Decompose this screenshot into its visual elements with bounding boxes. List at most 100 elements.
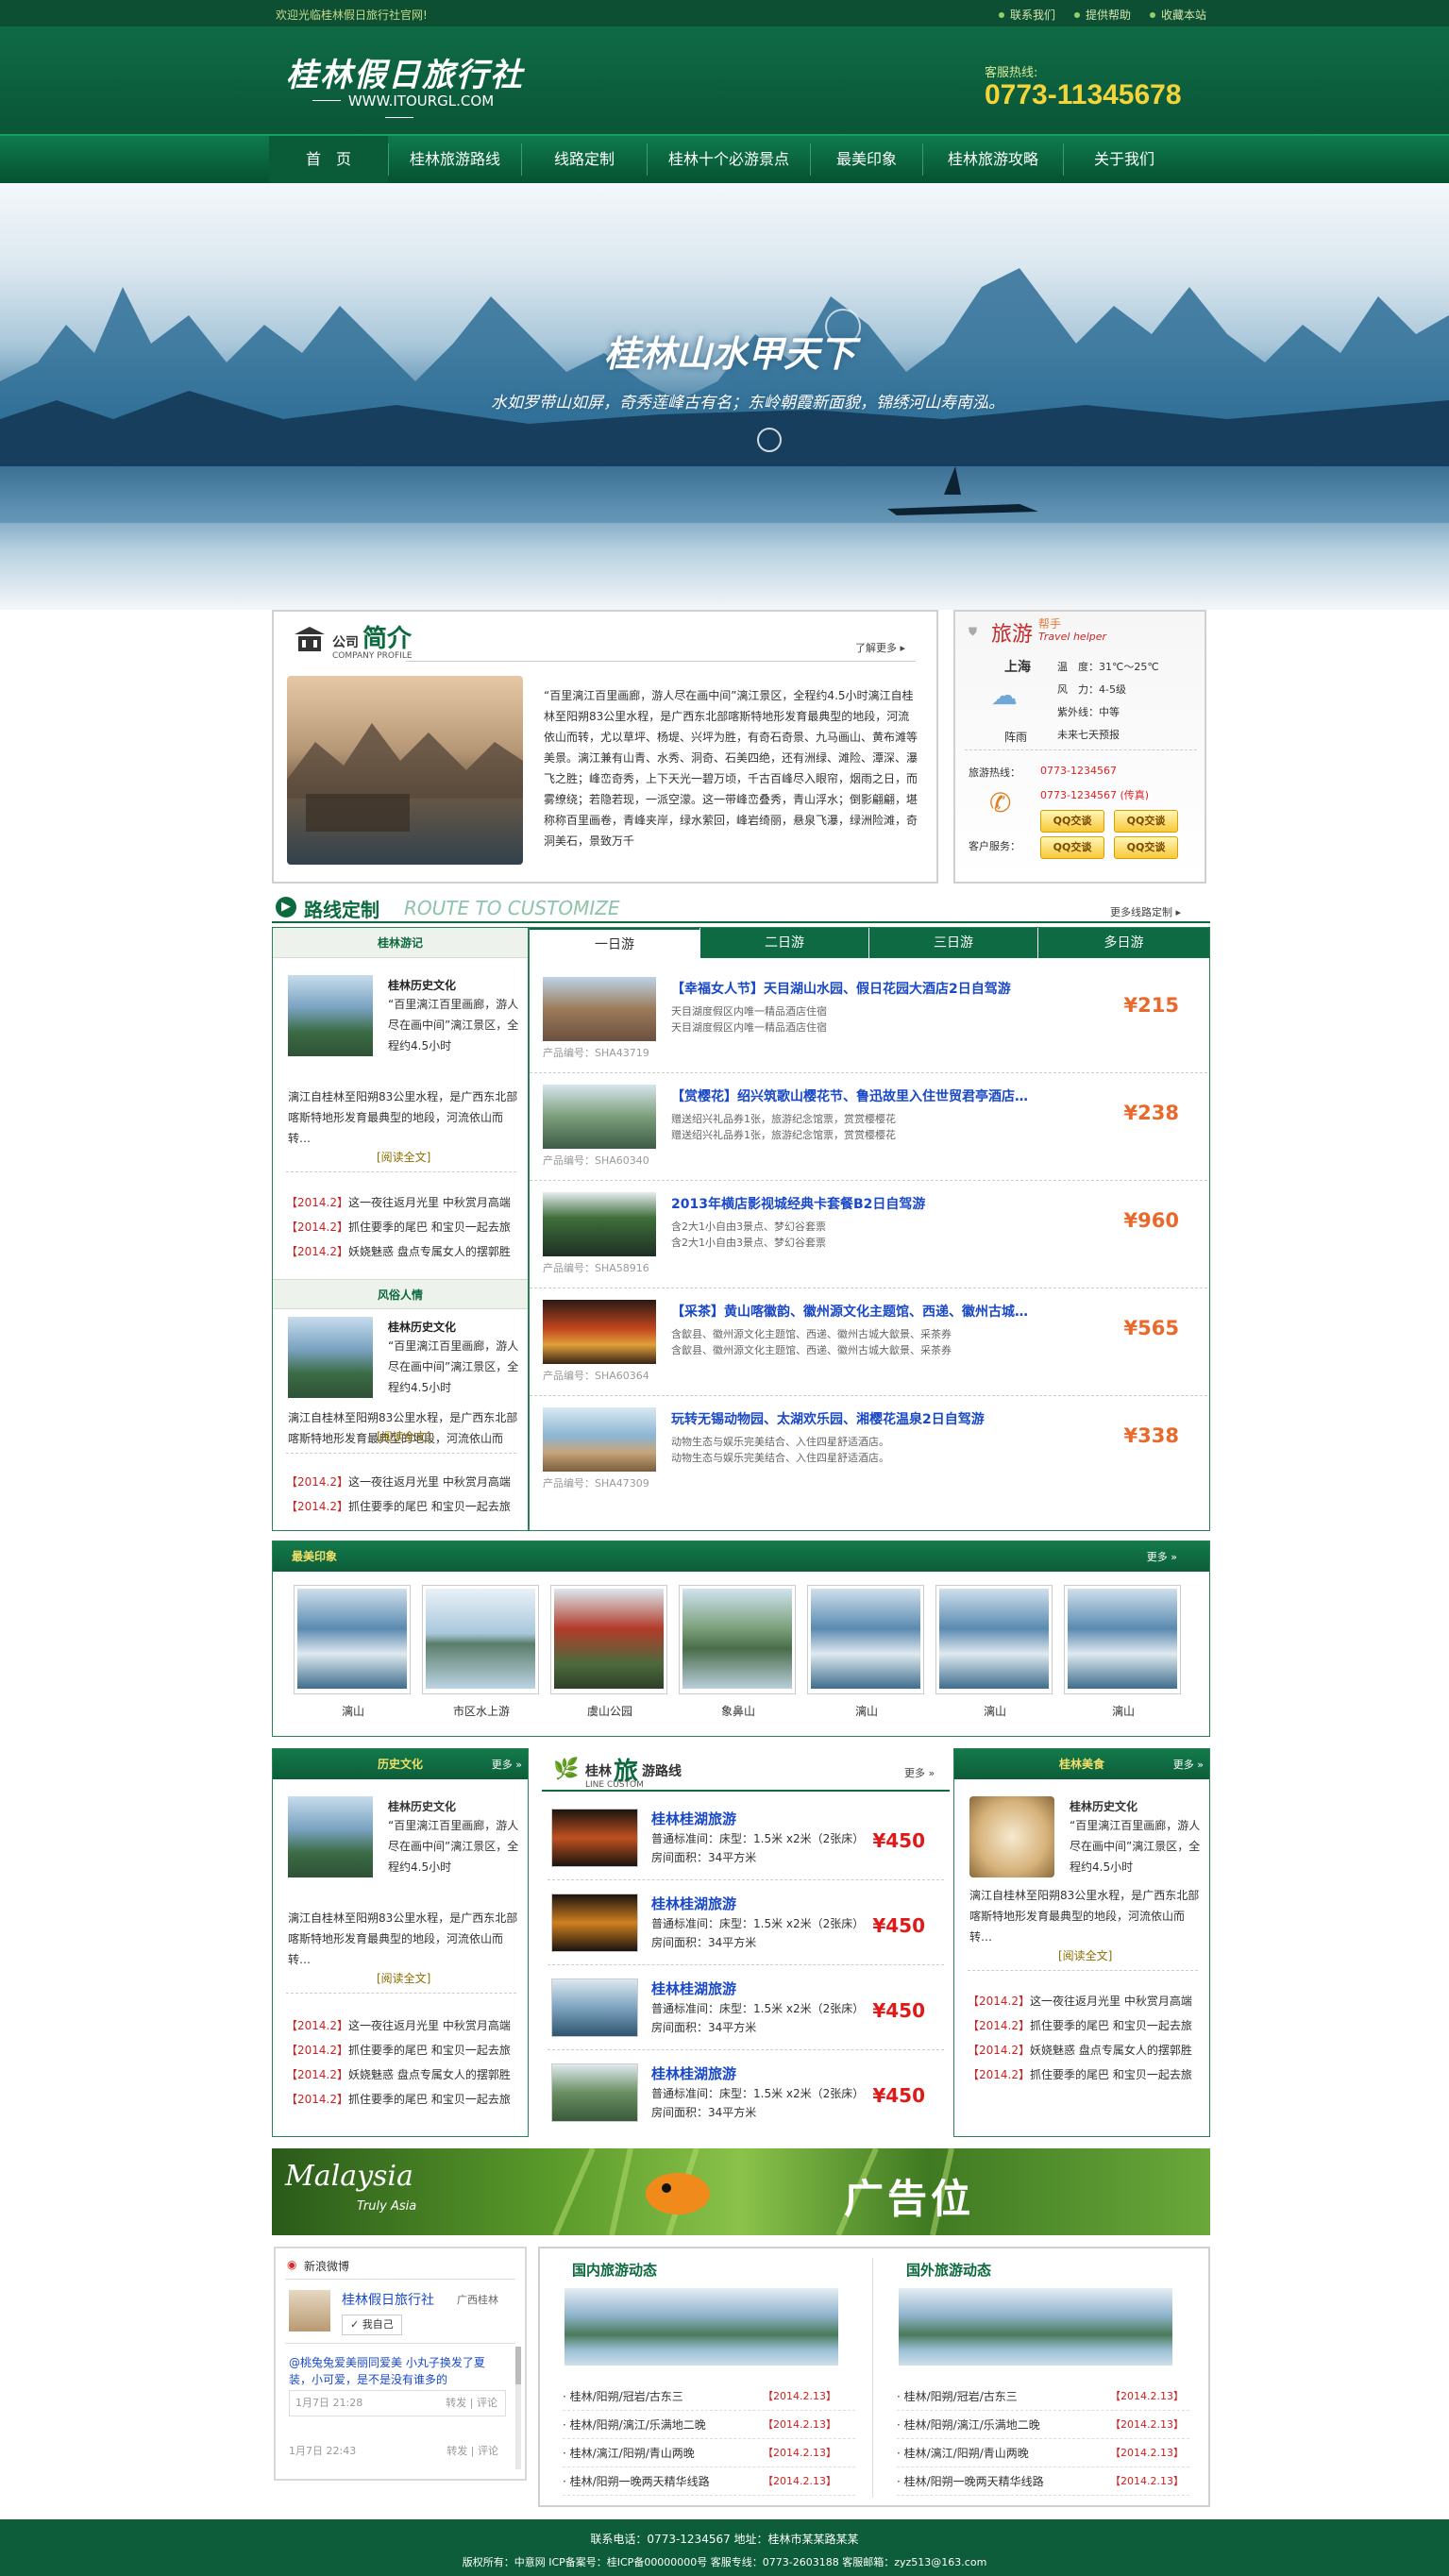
nav-spots[interactable]: 桂林十个必游景点: [648, 136, 810, 183]
news-item[interactable]: 【2014.2】妖娆魅惑 盘点专属女人的摆郭胜: [286, 2062, 520, 2087]
intl-news-title: 国外旅游动态: [906, 2262, 992, 2279]
news-item[interactable]: · 桂林/阳朔一晚两天精华线路 【2014.2.13】: [563, 2467, 855, 2496]
news-item[interactable]: 【2014.2】抓住要季的尾巴 和宝贝一起去旅: [286, 1494, 520, 1519]
read-more-2[interactable]: [阅读全文]: [377, 1428, 430, 1444]
news-item[interactable]: 【2014.2】这一夜往返月光里 中秋赏月高端: [286, 1470, 520, 1494]
weather-text: 阵雨: [1004, 731, 1028, 744]
route-item[interactable]: 【赏樱花】绍兴筑歌山樱花节、鲁迅故里入住世贸君亭酒店… 赠送绍兴礼品券1张，旅游…: [530, 1073, 1207, 1181]
tab-two-day[interactable]: 二日游: [700, 928, 868, 958]
food-article-title[interactable]: 桂林历史文化: [1070, 1798, 1137, 1814]
route-thumb: [543, 1407, 656, 1472]
weibo-icon: ◉: [287, 2258, 297, 2271]
news-item[interactable]: · 桂林/阳朔/冠岩/古东三 【2014.2.13】: [897, 2382, 1189, 2411]
ad-brand: Malaysia: [285, 2160, 413, 2193]
ad-banner[interactable]: Malaysia Truly Asia 广告位: [272, 2148, 1210, 2235]
footer-copyright: 版权所有：中意网 ICP备案号：桂ICP备00000000号 客服专线：0773…: [462, 2556, 987, 2568]
route-more-link[interactable]: 更多线路定制 ▸: [1110, 904, 1181, 919]
forecast-link[interactable]: 未来七天预报: [1057, 727, 1120, 742]
food-more-link[interactable]: 更多 »: [1173, 1757, 1204, 1772]
news-item[interactable]: 【2014.2】抓住要季的尾巴 和宝贝一起去旅: [286, 1215, 520, 1239]
news-item[interactable]: · 桂林/阳朔/漓江/乐满地二晚 【2014.2.13】: [897, 2411, 1189, 2439]
site-url: WWW.ITOURGL.COM: [286, 93, 513, 126]
route-item[interactable]: 【幸福女人节】天目湖山水园、假日花园大酒店2日自驾游 天目湖度假区内唯一精品酒店…: [530, 966, 1207, 1073]
news-item[interactable]: 【2014.2】抓住要季的尾巴 和宝贝一起去旅: [286, 2087, 520, 2112]
nav-about[interactable]: 关于我们: [1064, 136, 1185, 183]
bookmark-link[interactable]: 收藏本站: [1150, 7, 1206, 23]
news-section: 国内旅游动态 国外旅游动态 · 桂林/阳朔/冠岩/古东三 【2014.2.13】 …: [538, 2247, 1210, 2507]
article-title-2[interactable]: 桂林历史文化: [388, 1319, 456, 1335]
tab-one-day[interactable]: 一日游: [530, 928, 699, 958]
avatar[interactable]: [289, 2290, 330, 2332]
news-item[interactable]: 【2014.2】这一夜往返月光里 中秋赏月高端: [286, 1190, 520, 1215]
profile-photo: [287, 676, 523, 865]
route-panel: 一日游 二日游 三日游 多日游 【幸福女人节】天目湖山水园、假日花园大酒店2日自…: [529, 927, 1210, 1531]
nav-routes[interactable]: 桂林旅游路线: [389, 136, 521, 183]
history-more-link[interactable]: 更多 »: [492, 1757, 522, 1772]
tab-three-day[interactable]: 三日游: [869, 928, 1037, 958]
weibo-time-2: 1月7日 22:43 转发 | 评论: [289, 2445, 498, 2457]
qq-chat-3[interactable]: QQ交谈: [1040, 836, 1104, 859]
route-item[interactable]: 玩转无锡动物园、太湖欢乐园、湘樱花温泉2日自驾游 动物生态与娱乐完美结合、入住四…: [530, 1396, 1207, 1504]
photo-card[interactable]: 漓山: [294, 1585, 411, 1718]
follow-button[interactable]: ✓ 我自己: [342, 2315, 402, 2335]
line-item[interactable]: 桂林桂湖旅游 普通标准间：床型：1.5米 x2米（2张床） 房间面积：34平方米 ¥4…: [548, 1967, 944, 2050]
photo-card[interactable]: 漓山: [935, 1585, 1053, 1718]
photo-card[interactable]: 虞山公园: [550, 1585, 667, 1718]
news-item[interactable]: · 桂林/漓江/阳朔/青山两晚 【2014.2.13】: [563, 2439, 855, 2467]
news-item[interactable]: 【2014.2】妖娆魅惑 盘点专属女人的摆郭胜: [286, 1239, 520, 1264]
site-logo[interactable]: 桂林假日旅行社: [286, 49, 524, 95]
news-item[interactable]: 【2014.2】妖娆魅惑 盘点专属女人的摆郭胜: [968, 2038, 1202, 2062]
news-item[interactable]: · 桂林/漓江/阳朔/青山两晚 【2014.2.13】: [897, 2439, 1189, 2467]
helper-phone2: 0773-1234567 (传真): [1040, 789, 1150, 801]
nav-guide[interactable]: 桂林旅游攻略: [923, 136, 1063, 183]
read-more-1[interactable]: [阅读全文]: [377, 1149, 430, 1165]
helper-title: 旅游: [991, 623, 1034, 647]
route-title-en: ROUTE TO CUSTOMIZE: [404, 897, 620, 919]
photo-card[interactable]: 漓山: [1064, 1585, 1181, 1718]
photo-card[interactable]: 漓山: [807, 1585, 924, 1718]
food-read-more[interactable]: [阅读全文]: [1058, 1947, 1112, 1963]
nav-impression[interactable]: 最美印象: [811, 136, 922, 183]
qq-chat-1[interactable]: QQ交谈: [1040, 810, 1104, 833]
route-thumb: [543, 1192, 656, 1256]
nav-custom[interactable]: 线路定制: [522, 136, 647, 183]
qq-chat-4[interactable]: QQ交谈: [1114, 836, 1178, 859]
news-item[interactable]: 【2014.2】这一夜往返月光里 中秋赏月高端: [286, 2013, 520, 2038]
customs-header: 风俗人情: [273, 1279, 528, 1309]
line-item[interactable]: 桂林桂湖旅游 普通标准间：床型：1.5米 x2米（2张床） 房间面积：34平方米 ¥4…: [548, 2052, 944, 2135]
profile-more-link[interactable]: 了解更多 ▸: [855, 640, 905, 655]
qq-chat-2[interactable]: QQ交谈: [1114, 810, 1178, 833]
article-title-1[interactable]: 桂林历史文化: [388, 977, 456, 993]
history-article-title[interactable]: 桂林历史文化: [388, 1798, 456, 1814]
photo-card[interactable]: 象鼻山: [679, 1585, 796, 1718]
news-item[interactable]: · 桂林/阳朔一晚两天精华线路 【2014.2.13】: [897, 2467, 1189, 2496]
contact-link[interactable]: 联系我们: [999, 7, 1055, 23]
route-item[interactable]: 【采茶】黄山喀徽韵、徽州源文化主题馆、西递、徽州古城… 含歙县、徽州源文化主题馆…: [530, 1288, 1207, 1396]
route-item[interactable]: 2013年横店影视城经典卡套餐B2日自驾游 含2大1小自由3景点、梦幻谷套票 含2…: [530, 1181, 1207, 1288]
nav-home[interactable]: 首 页: [269, 136, 388, 183]
news-item[interactable]: 【2014.2】抓住要季的尾巴 和宝贝一起去旅: [968, 2013, 1202, 2038]
weibo-name[interactable]: 桂林假日旅行社: [342, 2290, 434, 2309]
news-item[interactable]: 【2014.2】抓住要季的尾巴 和宝贝一起去旅: [286, 2038, 520, 2062]
top-bar: 欢迎光临桂林假日旅行社官网! 联系我们 提供帮助 收藏本站: [0, 0, 1449, 26]
welcome-text: 欢迎光临桂林假日旅行社官网!: [276, 8, 428, 22]
news-item[interactable]: · 桂林/阳朔/冠岩/古东三 【2014.2.13】: [563, 2382, 855, 2411]
photo-card[interactable]: 市区水上游: [422, 1585, 539, 1718]
weibo-scrollbar[interactable]: [515, 2347, 521, 2469]
line-item[interactable]: 桂林桂湖旅游 普通标准间：床型：1.5米 x2米（2张床） 房间面积：34平方米 ¥4…: [548, 1797, 944, 1880]
header: [0, 26, 1449, 134]
travel-notes-header: 桂林游记: [273, 928, 528, 958]
news-item[interactable]: 【2014.2】这一夜往返月光里 中秋赏月高端: [968, 1989, 1202, 2013]
route-thumb: [543, 977, 656, 1041]
news-item[interactable]: 【2014.2】抓住要季的尾巴 和宝贝一起去旅: [968, 2062, 1202, 2087]
news-item[interactable]: · 桂林/阳朔/漓江/乐满地二晚 【2014.2.13】: [563, 2411, 855, 2439]
banner-title: 桂林山水甲天下: [604, 332, 856, 375]
help-link[interactable]: 提供帮助: [1074, 7, 1131, 23]
line-more-link[interactable]: 更多 »: [904, 1765, 935, 1780]
history-photo: [288, 1796, 373, 1877]
tab-multi-day[interactable]: 多日游: [1038, 928, 1209, 958]
footer: 联系电话：0773-1234567 地址：桂林市某某路某某 版权所有：中意网 I…: [0, 2519, 1449, 2576]
impression-more-link[interactable]: 更多 »: [1147, 1549, 1177, 1564]
history-read-more[interactable]: [阅读全文]: [377, 1970, 430, 1986]
line-item[interactable]: 桂林桂湖旅游 普通标准间：床型：1.5米 x2米（2张床） 房间面积：34平方米 ¥4…: [548, 1882, 944, 1965]
